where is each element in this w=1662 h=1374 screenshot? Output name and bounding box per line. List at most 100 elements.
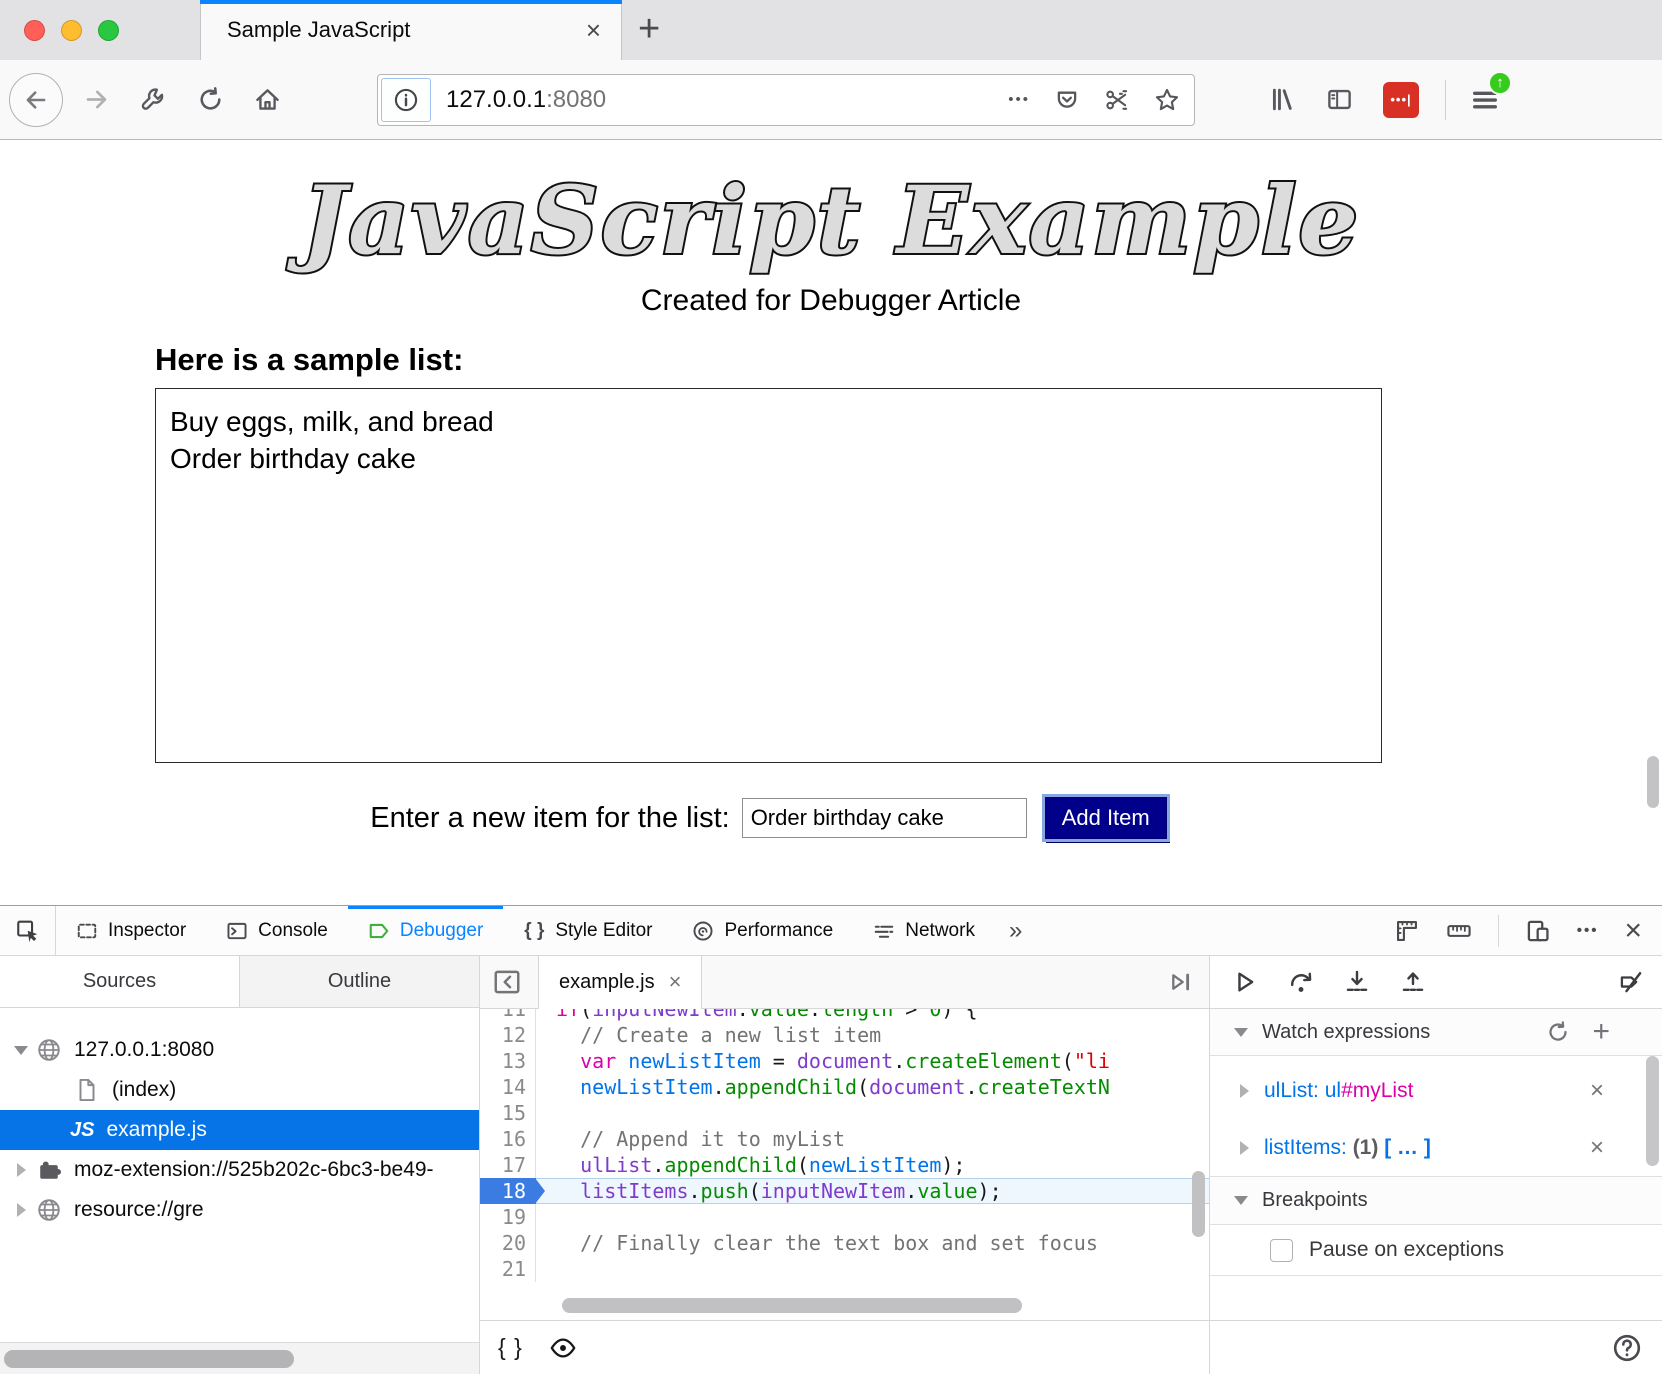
pocket-icon[interactable] <box>1054 87 1080 113</box>
chevron-right-icon[interactable] <box>10 1203 32 1217</box>
watch-expression-row[interactable]: ulList: ul#myList× <box>1210 1062 1662 1119</box>
line-number[interactable]: 17 <box>480 1152 536 1178</box>
devtools-tab-console[interactable]: Console <box>206 906 348 955</box>
sidebar-icon[interactable] <box>1326 86 1353 113</box>
lastpass-extension-button[interactable]: •••| <box>1383 82 1419 118</box>
watch-expressions-title: Watch expressions <box>1262 1021 1430 1044</box>
tab-label: Console <box>258 920 328 942</box>
forward-button[interactable] <box>83 86 110 113</box>
chevron-right-icon[interactable] <box>10 1163 32 1177</box>
line-number[interactable]: 12 <box>480 1022 536 1048</box>
line-number[interactable]: 16 <box>480 1126 536 1152</box>
devtools-tab-style-editor[interactable]: { }Style Editor <box>503 906 672 955</box>
pretty-print-button[interactable]: { } <box>498 1334 523 1361</box>
editor-tab-close-icon[interactable]: × <box>669 969 682 995</box>
chevron-right-icon[interactable] <box>1234 1084 1254 1098</box>
collapse-sidebar-icon[interactable] <box>492 967 522 997</box>
editor-tab[interactable]: example.js × <box>538 956 702 1009</box>
line-number[interactable]: 19 <box>480 1204 536 1230</box>
tree-item-moz-extension-525b202c-6bc3-be49-[interactable]: moz-extension://525b202c-6bc3-be49- <box>0 1150 479 1190</box>
line-number[interactable]: 15 <box>480 1100 536 1126</box>
line-number[interactable]: 21 <box>480 1256 536 1282</box>
line-number[interactable]: 20 <box>480 1230 536 1256</box>
back-button[interactable] <box>9 73 63 127</box>
tab-close-icon[interactable]: × <box>586 15 601 46</box>
wrench-icon[interactable] <box>140 86 167 113</box>
help-icon[interactable] <box>1612 1333 1642 1363</box>
more-tabs-button[interactable]: » <box>995 906 1036 955</box>
add-item-button[interactable]: Add Item <box>1045 797 1167 839</box>
maximize-window-button[interactable] <box>98 20 119 41</box>
reload-button[interactable] <box>197 86 224 113</box>
devtools-separator <box>1498 915 1499 947</box>
watch-expression-row[interactable]: listItems: (1) [ … ] × <box>1210 1119 1662 1176</box>
screenshot-icon[interactable] <box>1104 87 1130 113</box>
chevron-down-icon[interactable] <box>10 1046 32 1055</box>
add-watch-icon[interactable]: + <box>1592 1017 1610 1047</box>
devtools-tab-performance[interactable]: Performance <box>672 906 853 955</box>
code-view[interactable]: 11 if(inputNewItem.value.length > 0) {12… <box>480 1009 1209 1320</box>
deactivate-breakpoints-button[interactable] <box>1618 969 1644 995</box>
page-scrollbar-thumb[interactable] <box>1647 756 1659 808</box>
debugger-right-panel: Watch expressions + ulList: ul#myList×li… <box>1210 956 1662 1374</box>
tab-outline[interactable]: Outline <box>239 956 479 1007</box>
resume-button[interactable] <box>1232 969 1258 995</box>
minimize-window-button[interactable] <box>61 20 82 41</box>
line-number[interactable]: 14 <box>480 1074 536 1100</box>
step-out-button[interactable] <box>1400 969 1426 995</box>
line-number[interactable]: 13 <box>480 1048 536 1074</box>
tab-sources[interactable]: Sources <box>0 956 239 1007</box>
site-identity-button[interactable] <box>381 78 431 122</box>
remove-watch-icon[interactable]: × <box>1590 1077 1604 1105</box>
tree-item-example.js[interactable]: JSexample.js <box>0 1110 479 1150</box>
pick-element-button[interactable] <box>0 906 56 955</box>
tree-item-resource-gre[interactable]: resource://gre <box>0 1190 479 1230</box>
tab-strip: Sample JavaScript × + <box>0 0 1662 60</box>
rulers-icon[interactable] <box>1446 918 1472 944</box>
sources-hscrollbar[interactable] <box>0 1342 479 1374</box>
chevron-right-icon[interactable] <box>1234 1141 1254 1155</box>
breakpoints-title: Breakpoints <box>1262 1189 1368 1212</box>
input-label: Enter a new item for the list: <box>370 802 729 835</box>
breakpoint-marker[interactable]: 18 <box>480 1178 536 1204</box>
breakpoints-header[interactable]: Breakpoints <box>1210 1176 1662 1225</box>
menu-button[interactable]: ↑ <box>1470 85 1500 115</box>
home-button[interactable] <box>254 86 281 113</box>
devtools-close-button[interactable]: × <box>1624 916 1642 946</box>
refresh-watches-icon[interactable] <box>1546 1020 1570 1044</box>
new-tab-button[interactable]: + <box>638 8 660 51</box>
watch-expression-value: listItems: (1) [ … ] <box>1264 1136 1431 1160</box>
measure-tool-icon[interactable] <box>1394 918 1420 944</box>
devtools-menu-button[interactable]: ••• <box>1577 922 1599 939</box>
devtools-tab-debugger[interactable]: Debugger <box>348 906 503 955</box>
new-item-input[interactable] <box>742 798 1027 838</box>
bookmark-star-icon[interactable] <box>1154 87 1180 113</box>
devtools-tab-inspector[interactable]: Inspector <box>56 906 206 955</box>
expand-panes-icon[interactable] <box>1167 968 1195 996</box>
watch-expressions-header[interactable]: Watch expressions + <box>1210 1009 1662 1056</box>
step-in-button[interactable] <box>1344 969 1370 995</box>
page-actions-button[interactable]: ••• <box>1008 91 1030 108</box>
url-text[interactable]: 127.0.0.1:8080 <box>446 86 1002 114</box>
responsive-mode-icon[interactable] <box>1525 918 1551 944</box>
editor-vscrollbar-thumb[interactable] <box>1192 1171 1205 1237</box>
preview-eye-icon[interactable] <box>549 1334 577 1362</box>
url-bar[interactable]: 127.0.0.1:8080 ••• <box>377 74 1195 126</box>
code-line-content <box>536 1204 1209 1230</box>
sources-tabs: Sources Outline <box>0 956 479 1008</box>
pause-on-exceptions-checkbox[interactable] <box>1270 1239 1293 1262</box>
line-number[interactable]: 11 <box>480 1009 536 1022</box>
sources-hscrollbar-thumb[interactable] <box>4 1350 294 1368</box>
code-line-content: var newListItem = document.createElement… <box>536 1048 1209 1074</box>
code-line-14: 14 newListItem.appendChild(document.crea… <box>480 1074 1209 1100</box>
right-panel-scrollbar-thumb[interactable] <box>1646 1056 1659 1166</box>
step-over-button[interactable] <box>1288 969 1314 995</box>
browser-tab[interactable]: Sample JavaScript × <box>200 0 622 60</box>
close-window-button[interactable] <box>24 20 45 41</box>
devtools-tab-network[interactable]: Network <box>853 906 995 955</box>
remove-watch-icon[interactable]: × <box>1590 1134 1604 1162</box>
tree-item--index-[interactable]: (index) <box>0 1070 479 1110</box>
library-icon[interactable] <box>1269 86 1296 113</box>
tree-item-127.0.0.1-8080[interactable]: 127.0.0.1:8080 <box>0 1030 479 1070</box>
editor-hscrollbar-thumb[interactable] <box>562 1298 1022 1313</box>
